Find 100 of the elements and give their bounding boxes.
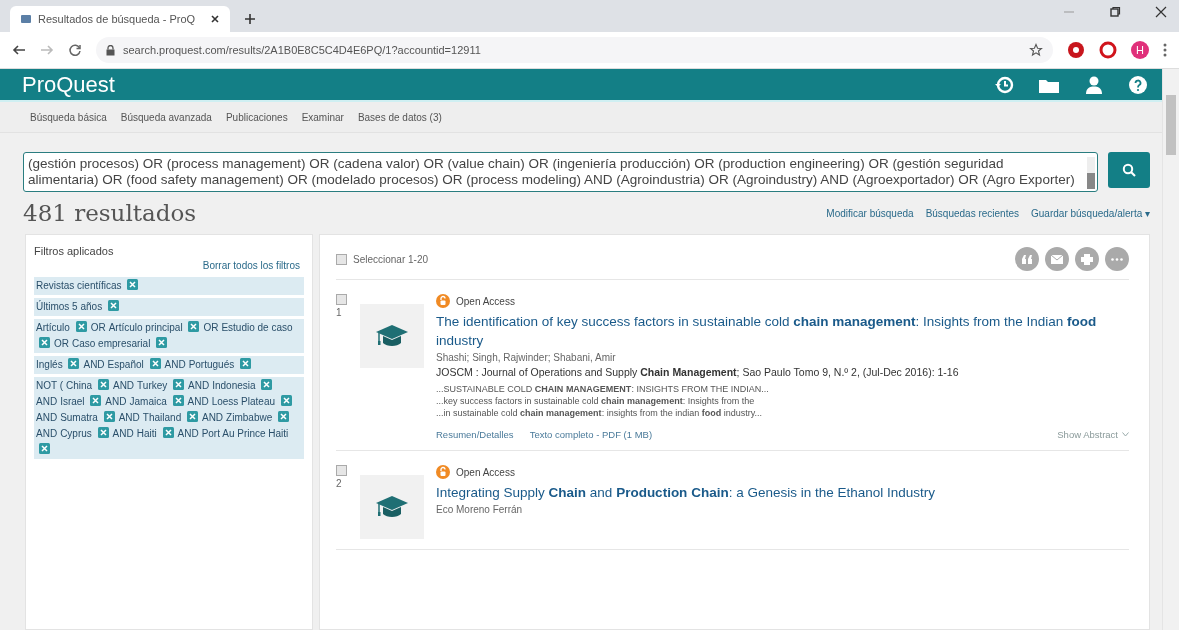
envelope-icon: [1051, 254, 1063, 264]
search-icon: [1122, 163, 1136, 177]
remove-filter-icon[interactable]: [172, 395, 184, 406]
caret-icon: [1122, 432, 1129, 437]
filter-term: Español: [107, 359, 144, 370]
remove-filter-icon[interactable]: [280, 395, 292, 406]
search-action-link[interactable]: Modificar búsqueda: [826, 207, 914, 219]
filter-operator: AND: [164, 359, 186, 370]
filter-term: Thailand: [142, 412, 182, 423]
remove-filter-icon[interactable]: [75, 321, 87, 332]
search-field[interactable]: (gestión procesos) OR (process management) OR (cadena valor) OR (value chain) OR (ingeniería producción) OR (production engineering) OR (gestión seguridad alimentaria) OR (food safety management) OR (modelado procesos) OR (process modeling) AND (Agroindustria) OR (Agroindustry) AND (Agroexportador) OR (Agro Exporter): [23, 152, 1098, 192]
back-icon[interactable]: [12, 43, 26, 57]
remove-filter-icon[interactable]: [97, 379, 109, 390]
remove-filter-icon[interactable]: [240, 358, 251, 369]
checkbox[interactable]: [336, 465, 347, 476]
history-icon[interactable]: [994, 75, 1014, 95]
filter-operator: OR: [54, 338, 69, 349]
text-snippet: ...key success factors in sustainable cold chain management: Insights from the: [436, 395, 756, 407]
text-snippet: ...SUSTAINABLE COLD CHAIN MANAGEMENT: INSIGHTS FROM THE INDIAN...: [436, 383, 770, 395]
print-button[interactable]: [1075, 247, 1099, 271]
filter-term: Loess Plateau: [211, 396, 276, 407]
remove-filter-icon[interactable]: [162, 427, 174, 438]
remove-filter-icon[interactable]: [97, 427, 109, 438]
logo[interactable]: ProQuest: [22, 74, 115, 96]
person-icon[interactable]: [1084, 75, 1104, 95]
filter-term: Israel: [60, 396, 85, 407]
star-icon[interactable]: [1029, 43, 1043, 57]
clear-filters-link[interactable]: Borrar todos los filtros: [38, 260, 300, 271]
result-title-link[interactable]: Integrating Supply Chain and Production Chain: a Genesis in the Ethanol Industry: [436, 483, 1129, 502]
extension-icon[interactable]: [1067, 41, 1085, 59]
scrollbar[interactable]: [1162, 69, 1179, 630]
filter-operator: AND: [36, 396, 58, 407]
remove-filter-icon[interactable]: [156, 337, 168, 348]
help-icon[interactable]: [1128, 75, 1148, 95]
checkbox[interactable]: [336, 253, 347, 265]
nav-link[interactable]: Búsqueda avanzada: [120, 111, 212, 123]
more-button[interactable]: [1105, 247, 1129, 271]
profile-avatar[interactable]: H: [1131, 41, 1149, 59]
graduation-cap-icon: [375, 323, 409, 349]
menu-icon[interactable]: [1163, 43, 1167, 57]
remove-filter-icon[interactable]: [107, 300, 119, 311]
printer-icon: [1081, 253, 1093, 265]
new-tab-icon[interactable]: [244, 13, 256, 25]
nav-link[interactable]: Bases de datos (3): [357, 111, 442, 123]
filter-operator: AND: [112, 428, 134, 439]
filter-term: Portugués: [188, 359, 235, 370]
search-button[interactable]: [1108, 152, 1150, 188]
filter-term: Zimbabwe: [226, 412, 273, 423]
extension-icon[interactable]: [1099, 41, 1117, 59]
close-icon[interactable]: [210, 14, 220, 24]
filter-operator: AND: [188, 380, 210, 391]
remove-filter-icon[interactable]: [186, 411, 198, 422]
result-number: 2: [336, 478, 343, 489]
remove-filter-icon[interactable]: [39, 337, 50, 348]
filter-term: Inglés: [36, 359, 63, 370]
filter-operator: AND: [187, 396, 209, 407]
page-icon: [20, 13, 32, 25]
result-title-link[interactable]: The identification of key success factors in sustainable cold chain management: Insights from the Indian food industry: [436, 312, 1129, 350]
remove-filter-icon[interactable]: [278, 411, 289, 422]
remove-filter-icon[interactable]: [39, 443, 50, 454]
close-icon[interactable]: [1155, 5, 1167, 18]
search-action-link[interactable]: Búsquedas recientes: [925, 207, 1020, 219]
filter-operator: AND: [36, 428, 58, 439]
filter-term: Sumatra: [60, 412, 98, 423]
email-button[interactable]: [1045, 247, 1069, 271]
nav-link[interactable]: Examinar: [301, 111, 344, 123]
remove-filter-icon[interactable]: [173, 379, 185, 390]
open-access-icon: [436, 294, 450, 308]
filter-operator: OR: [203, 322, 219, 333]
remove-filter-icon[interactable]: [261, 379, 273, 390]
remove-filter-icon[interactable]: [149, 358, 161, 369]
graduation-cap-icon: [375, 494, 409, 520]
search-action-link[interactable]: Guardar búsqueda/alerta ▾: [1031, 207, 1150, 219]
remove-filter-icon[interactable]: [188, 321, 200, 332]
nav-link[interactable]: Búsqueda básica: [30, 111, 107, 123]
forward-icon[interactable]: [40, 43, 54, 57]
select-all-label[interactable]: Seleccionar 1-20: [353, 253, 429, 265]
checkbox[interactable]: [336, 294, 347, 305]
filters-title: Filtros aplicados: [34, 245, 115, 257]
text-snippet: ...in sustainable cold chain management: insights from the indian food industry...: [436, 407, 764, 419]
browser-tab[interactable]: Resultados de búsqueda - ProQ: [10, 6, 230, 32]
filter-operator: NOT (: [36, 380, 64, 391]
address-field[interactable]: search.proquest.com/results/2A1B0E8C5C4D4E6PQ/1?accountid=12911: [96, 37, 1053, 63]
filter-term: Turkey: [137, 380, 168, 391]
remove-filter-icon[interactable]: [90, 395, 102, 406]
nav-link[interactable]: Publicaciones: [225, 111, 288, 123]
publication-source: JOSCM : Journal of Operations and Supply Chain Management; Sao Paulo Tomo 9, N.º 2, (Jul-Dec 2016): 1-16: [436, 366, 960, 378]
document-link[interactable]: Texto completo - PDF (1 MB): [529, 429, 653, 440]
restore-icon[interactable]: [1109, 5, 1121, 18]
cite-button[interactable]: [1015, 247, 1039, 271]
remove-filter-icon[interactable]: [68, 358, 80, 369]
remove-filter-icon[interactable]: [127, 279, 139, 290]
remove-filter-icon[interactable]: [103, 411, 115, 422]
reload-icon[interactable]: [68, 43, 82, 57]
filter-term: Artículo: [36, 322, 70, 333]
results-count: 481 resultados: [23, 200, 197, 226]
filter-operator: AND: [36, 412, 58, 423]
result-number: 1: [336, 307, 343, 318]
quote-icon: [1021, 254, 1033, 264]
document-link[interactable]: Resumen/Detalles: [436, 429, 514, 440]
